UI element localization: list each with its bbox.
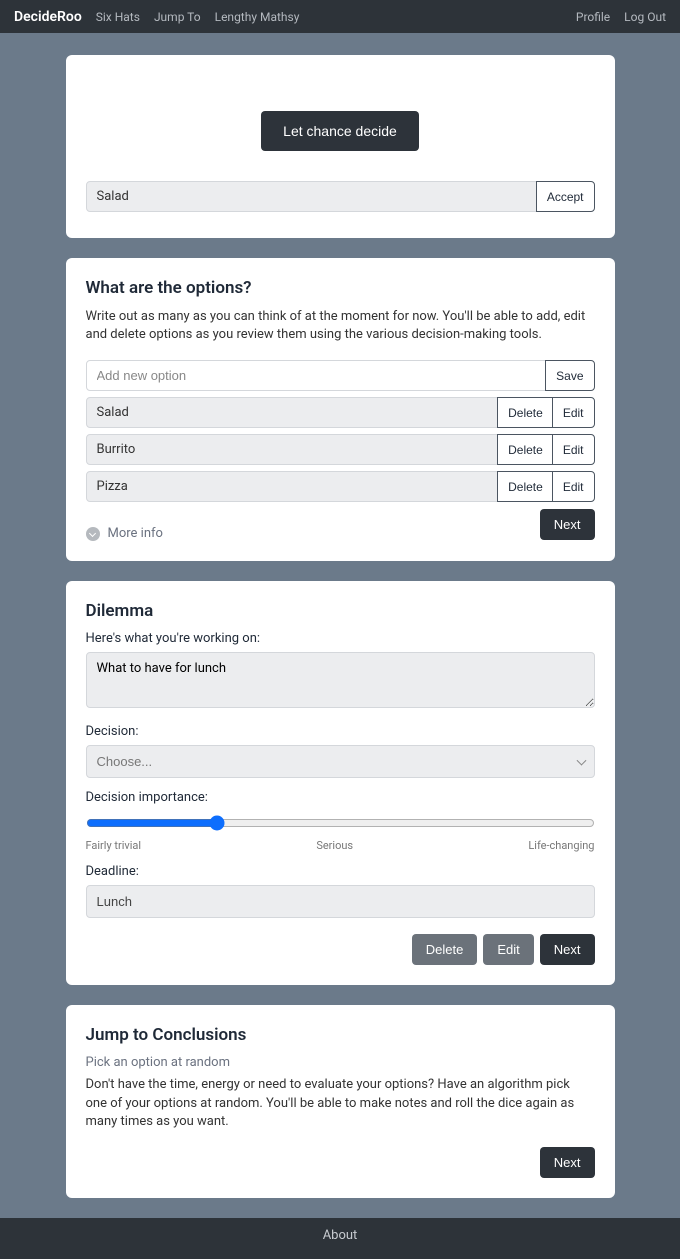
nav-profile[interactable]: Profile [576,10,610,24]
deadline-input[interactable] [86,885,595,918]
nav-lengthy-mathsy[interactable]: Lengthy Mathsy [215,10,300,24]
jump-title: Jump to Conclusions [86,1025,595,1045]
nav-six-hats[interactable]: Six Hats [96,10,140,24]
brand[interactable]: DecideRoo [14,9,82,25]
option-label: Salad [86,397,499,428]
nav-logout[interactable]: Log Out [624,10,666,24]
jump-next-button[interactable]: Next [540,1147,595,1178]
dilemma-card: Dilemma Here's what you're working on: D… [66,581,615,985]
option-label: Pizza [86,471,499,502]
jump-desc: Don't have the time, energy or need to e… [86,1076,595,1131]
option-delete-button[interactable]: Delete [497,434,553,465]
chance-card: Let chance decide Salad Accept [66,55,615,238]
footer-about-link[interactable]: About [323,1228,358,1243]
options-desc: Write out as many as you can think of at… [86,308,595,344]
save-button[interactable]: Save [545,360,594,391]
dilemma-textarea[interactable] [86,652,595,708]
dilemma-next-button[interactable]: Next [540,934,595,965]
option-delete-button[interactable]: Delete [497,397,553,428]
importance-label: Decision importance: [86,790,595,805]
more-info-label: More info [108,526,163,541]
option-row: SaladDeleteEdit [86,397,595,428]
range-label-life: Life-changing [528,839,594,852]
importance-slider[interactable] [86,815,595,831]
options-title: What are the options? [86,278,595,298]
deadline-label: Deadline: [86,864,595,879]
option-delete-button[interactable]: Delete [497,471,553,502]
dilemma-edit-button[interactable]: Edit [483,934,533,965]
footer: About [0,1218,680,1259]
nav-jump-to[interactable]: Jump To [154,10,201,24]
option-edit-button[interactable]: Edit [552,397,595,428]
option-row: BurritoDeleteEdit [86,434,595,465]
dilemma-title: Dilemma [86,601,595,621]
navbar: DecideRoo Six Hats Jump To Lengthy Maths… [0,0,680,33]
accept-button[interactable]: Accept [536,181,595,212]
working-on-label: Here's what you're working on: [86,631,595,646]
option-label: Burrito [86,434,499,465]
jump-card: Jump to Conclusions Pick an option at ra… [66,1005,615,1198]
range-label-serious: Serious [316,839,353,852]
option-edit-button[interactable]: Edit [552,471,595,502]
option-row: PizzaDeleteEdit [86,471,595,502]
add-option-input[interactable] [86,360,547,391]
chance-result: Salad [86,181,537,212]
dilemma-delete-button[interactable]: Delete [412,934,478,965]
decision-label: Decision: [86,724,595,739]
chevron-down-icon [86,527,100,541]
jump-subtitle: Pick an option at random [86,1055,595,1070]
option-edit-button[interactable]: Edit [552,434,595,465]
options-card: What are the options? Write out as many … [66,258,615,561]
more-info-toggle[interactable]: More info [86,526,163,541]
range-label-trivial: Fairly trivial [86,839,142,852]
decision-select[interactable]: Choose... [86,745,595,778]
options-next-button[interactable]: Next [540,509,595,540]
let-chance-decide-button[interactable]: Let chance decide [261,111,419,151]
